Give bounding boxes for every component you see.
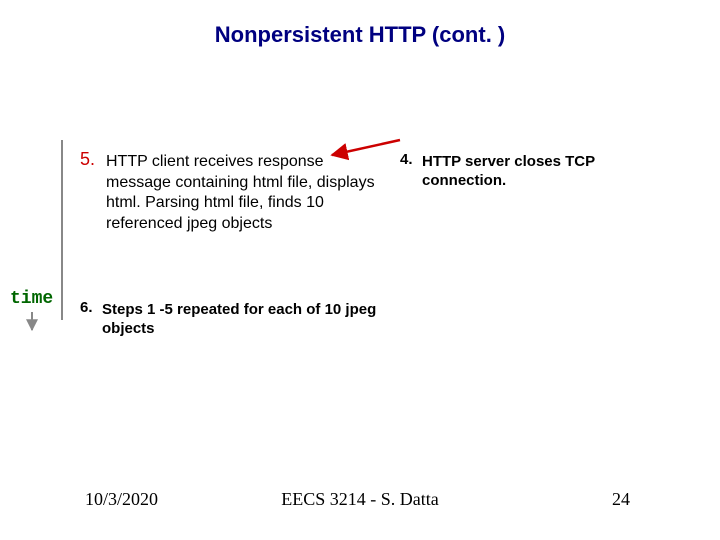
step-4-number: 4. [400,151,413,168]
step-5-number: 5. [80,149,95,169]
step-5: 5. HTTP client receives response message… [80,148,380,235]
time-label: time [10,289,53,309]
step-6: 6. Steps 1 -5 repeated for each of 10 jp… [80,298,380,339]
step-6-text: Steps 1 -5 repeated for each of 10 jpeg … [80,300,380,339]
footer-page-number: 24 [612,489,630,510]
step-4-text: HTTP server closes TCP connection. [400,152,650,191]
slide: Nonpersistent HTTP (cont. ) time 5. HTTP… [0,0,720,540]
step-4: 4. HTTP server closes TCP connection. [400,150,650,191]
step-6-number: 6. [80,299,93,316]
annotation-layer [0,0,720,540]
step-5-text: HTTP client receives response message co… [80,152,380,235]
